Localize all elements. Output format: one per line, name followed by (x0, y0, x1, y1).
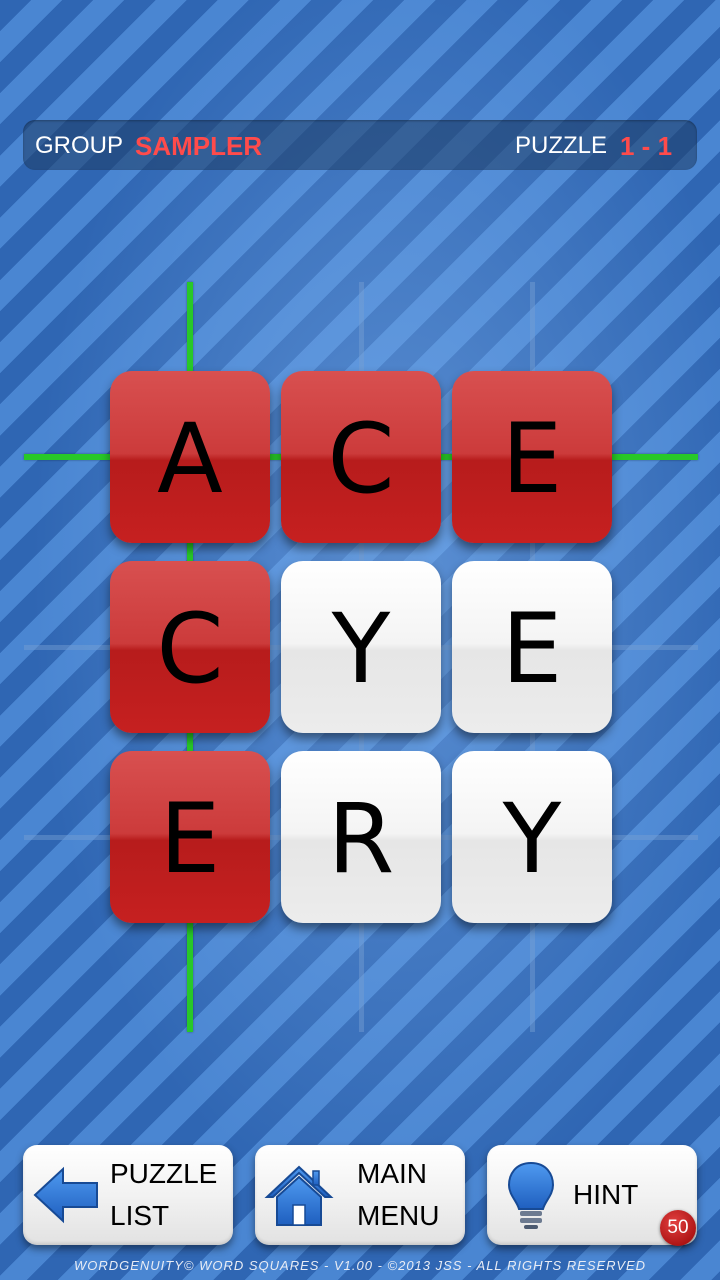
tile-letter: Y (331, 593, 391, 705)
tile-letter: A (157, 403, 223, 515)
puzzle-list-label: PUZZLE LIST (110, 1158, 218, 1231)
puzzle-list-button[interactable]: PUZZLE LIST (23, 1145, 233, 1245)
tile-r2-c2[interactable]: Y (281, 561, 441, 733)
tile-r3-c2[interactable]: R (281, 751, 441, 923)
tile-r2-c3[interactable]: E (452, 561, 612, 733)
tile-letter: E (159, 783, 221, 895)
tile-r1-c2[interactable]: C (281, 371, 441, 543)
tile-r3-c3[interactable]: Y (452, 751, 612, 923)
home-icon (264, 1165, 334, 1226)
tile-letter: E (501, 403, 563, 515)
tile-letter: R (327, 783, 395, 895)
header-bar: GROUP SAMPLER PUZZLE 1 - 1 (23, 120, 697, 170)
group-value: SAMPLER (135, 131, 263, 161)
hint-count-badge: 50 (660, 1210, 696, 1246)
tile-letter: C (327, 403, 395, 515)
tile-r3-c1[interactable]: E (110, 751, 270, 923)
main-menu-label: MAIN MENU (357, 1158, 440, 1231)
copyright-footer: WORDGENUITY© WORD SQUARES - V1.00 - ©201… (73, 1258, 647, 1273)
hint-label: HINT (573, 1179, 639, 1210)
puzzle-label: PUZZLE (515, 132, 608, 159)
tile-letter: E (501, 593, 563, 705)
lightbulb-icon (507, 1161, 555, 1229)
main-menu-button[interactable]: MAIN MENU (255, 1145, 465, 1245)
tile-letter: Y (502, 783, 562, 895)
tile-r1-c1[interactable]: A (110, 371, 270, 543)
tile-letter: C (156, 593, 224, 705)
group-label: GROUP (35, 132, 124, 159)
tile-r2-c1[interactable]: C (110, 561, 270, 733)
puzzle-value: 1 - 1 (620, 131, 673, 161)
tile-r1-c3[interactable]: E (452, 371, 612, 543)
arrow-left-icon (33, 1166, 98, 1224)
